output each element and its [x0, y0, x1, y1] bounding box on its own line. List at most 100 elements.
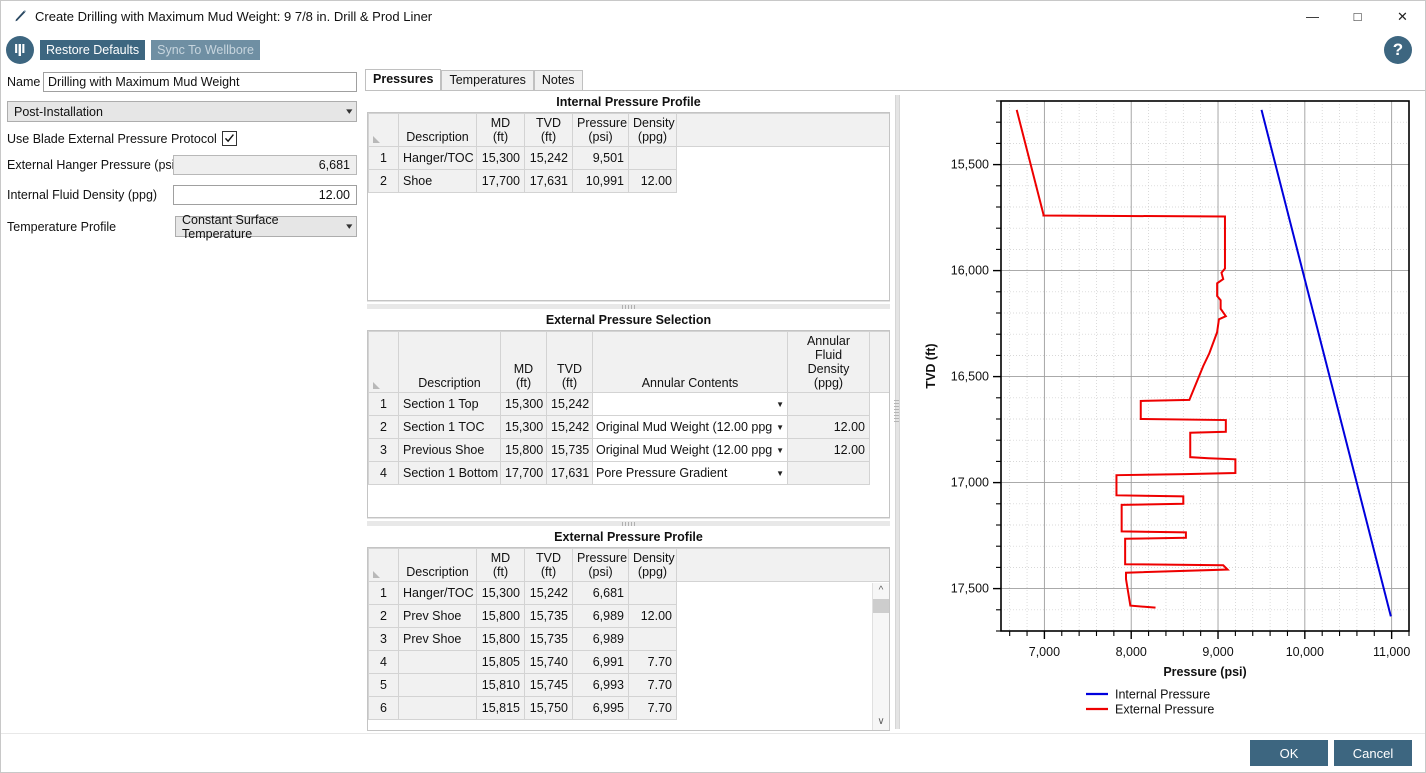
- cell-pressure[interactable]: 9,501: [572, 146, 629, 170]
- cell-description[interactable]: [398, 696, 477, 720]
- close-button[interactable]: ✕: [1380, 1, 1425, 32]
- name-input[interactable]: [43, 72, 357, 92]
- cell-pressure[interactable]: 6,681: [572, 581, 629, 605]
- cell-md[interactable]: 15,300: [476, 146, 525, 170]
- cancel-button[interactable]: Cancel: [1334, 740, 1412, 766]
- col-pressure[interactable]: Pressure (psi): [572, 113, 629, 147]
- col-tvd[interactable]: TVD (ft): [546, 331, 593, 393]
- cell-annular-contents[interactable]: Pore Pressure Gradient ▼: [592, 461, 788, 485]
- cell-density[interactable]: 12.00: [628, 169, 677, 193]
- scroll-up-icon[interactable]: ^: [879, 583, 884, 599]
- grid-corner[interactable]: [368, 331, 399, 393]
- cell-tvd[interactable]: 15,750: [524, 696, 573, 720]
- col-md[interactable]: MD (ft): [476, 548, 525, 582]
- cell-md[interactable]: 17,700: [476, 169, 525, 193]
- cell-density[interactable]: 7.70: [628, 650, 677, 674]
- cell-annular-density[interactable]: [787, 461, 870, 485]
- minimize-button[interactable]: —: [1290, 1, 1335, 32]
- cell-description[interactable]: Section 1 Top: [398, 392, 501, 416]
- cell-tvd[interactable]: 15,242: [524, 581, 573, 605]
- table-row[interactable]: 3 Previous Shoe 15,800 15,735 Original M…: [368, 438, 889, 462]
- table-row[interactable]: 4 Section 1 Bottom 17,700 17,631 Pore Pr…: [368, 461, 889, 485]
- tab-temperatures[interactable]: Temperatures: [441, 70, 534, 90]
- cell-description[interactable]: Section 1 Bottom: [398, 461, 501, 485]
- cell-pressure[interactable]: 6,989: [572, 627, 629, 651]
- cell-description[interactable]: Shoe: [398, 169, 477, 193]
- table-row[interactable]: 2 Section 1 TOC 15,300 15,242 Original M…: [368, 415, 889, 439]
- cell-description[interactable]: Prev Shoe: [398, 604, 477, 628]
- cell-tvd[interactable]: 15,242: [546, 392, 593, 416]
- vertical-scrollbar[interactable]: ^ ∨: [872, 583, 889, 730]
- cell-pressure[interactable]: 6,995: [572, 696, 629, 720]
- cell-description[interactable]: Hanger/TOC: [398, 146, 477, 170]
- cell-md[interactable]: 15,300: [476, 581, 525, 605]
- maximize-button[interactable]: □: [1335, 1, 1380, 32]
- cell-tvd[interactable]: 15,735: [546, 438, 593, 462]
- cell-pressure[interactable]: 6,991: [572, 650, 629, 674]
- table-row[interactable]: 5 15,810 15,745 6,993 7.70: [368, 673, 889, 697]
- col-pressure[interactable]: Pressure (psi): [572, 548, 629, 582]
- cell-annular-density[interactable]: [787, 392, 870, 416]
- cell-density[interactable]: [628, 627, 677, 651]
- cell-density[interactable]: 12.00: [628, 604, 677, 628]
- cell-pressure[interactable]: 6,993: [572, 673, 629, 697]
- cell-md[interactable]: 15,815: [476, 696, 525, 720]
- col-description[interactable]: Description: [398, 548, 477, 582]
- help-icon[interactable]: ?: [1384, 36, 1412, 64]
- col-density[interactable]: Density (ppg): [628, 113, 677, 147]
- cell-pressure[interactable]: 10,991: [572, 169, 629, 193]
- cell-density[interactable]: [628, 581, 677, 605]
- cell-md[interactable]: 15,810: [476, 673, 525, 697]
- horizontal-scrollbar[interactable]: [367, 518, 890, 528]
- cell-tvd[interactable]: 15,745: [524, 673, 573, 697]
- cell-density[interactable]: [628, 146, 677, 170]
- cell-md[interactable]: 15,300: [500, 415, 547, 439]
- cell-tvd[interactable]: 15,242: [546, 415, 593, 439]
- temperature-profile-dropdown[interactable]: Constant Surface Temperature ▾: [175, 213, 357, 241]
- cell-description[interactable]: [398, 673, 477, 697]
- cell-description[interactable]: Previous Shoe: [398, 438, 501, 462]
- cell-annular-density[interactable]: 12.00: [787, 438, 870, 462]
- cell-tvd[interactable]: 17,631: [524, 169, 573, 193]
- cell-md[interactable]: 15,805: [476, 650, 525, 674]
- cell-description[interactable]: [398, 650, 477, 674]
- stage-dropdown[interactable]: Post-Installation ▾: [7, 101, 357, 122]
- cell-md[interactable]: 15,300: [500, 392, 547, 416]
- cell-md[interactable]: 15,800: [476, 604, 525, 628]
- col-tvd[interactable]: TVD (ft): [524, 113, 573, 147]
- cell-description[interactable]: Section 1 TOC: [398, 415, 501, 439]
- col-annular-contents[interactable]: Annular Contents: [592, 331, 788, 393]
- scroll-down-icon[interactable]: ∨: [877, 714, 884, 730]
- fluid-density-input[interactable]: 12.00: [173, 185, 357, 205]
- cell-md[interactable]: 17,700: [500, 461, 547, 485]
- restore-defaults-button[interactable]: Restore Defaults: [40, 39, 146, 60]
- cell-annular-contents[interactable]: Original Mud Weight (12.00 ppg) ▼: [592, 438, 788, 462]
- col-annular-density[interactable]: Annular Fluid Density (ppg): [787, 331, 870, 393]
- cell-annular-contents[interactable]: Original Mud Weight (12.00 ppg) ▼: [592, 415, 788, 439]
- tab-pressures[interactable]: Pressures: [365, 69, 442, 90]
- table-row[interactable]: 1 Hanger/TOC 15,300 15,242 6,681: [368, 581, 889, 605]
- scrollbar-thumb[interactable]: [873, 599, 889, 613]
- table-row[interactable]: 1 Hanger/TOC 15,300 15,242 9,501: [368, 146, 889, 170]
- cell-density[interactable]: 7.70: [628, 673, 677, 697]
- col-density[interactable]: Density (ppg): [628, 548, 677, 582]
- table-row[interactable]: 4 15,805 15,740 6,991 7.70: [368, 650, 889, 674]
- cell-density[interactable]: 7.70: [628, 696, 677, 720]
- cell-pressure[interactable]: 6,989: [572, 604, 629, 628]
- tab-notes[interactable]: Notes: [533, 70, 583, 90]
- cell-description[interactable]: Hanger/TOC: [398, 581, 477, 605]
- grid-corner[interactable]: [368, 548, 399, 582]
- col-md[interactable]: MD (ft): [476, 113, 525, 147]
- cell-tvd[interactable]: 15,242: [524, 146, 573, 170]
- cell-md[interactable]: 15,800: [500, 438, 547, 462]
- cell-md[interactable]: 15,800: [476, 627, 525, 651]
- table-row[interactable]: 2 Shoe 17,700 17,631 10,991 12.00: [368, 169, 889, 193]
- col-tvd[interactable]: TVD (ft): [524, 548, 573, 582]
- cell-tvd[interactable]: 17,631: [546, 461, 593, 485]
- horizontal-scrollbar[interactable]: [367, 301, 890, 311]
- col-description[interactable]: Description: [398, 331, 501, 393]
- panel-splitter[interactable]: [892, 91, 901, 733]
- cell-tvd[interactable]: 15,735: [524, 627, 573, 651]
- grid-corner[interactable]: [368, 113, 399, 147]
- table-row[interactable]: 6 15,815 15,750 6,995 7.70: [368, 696, 889, 720]
